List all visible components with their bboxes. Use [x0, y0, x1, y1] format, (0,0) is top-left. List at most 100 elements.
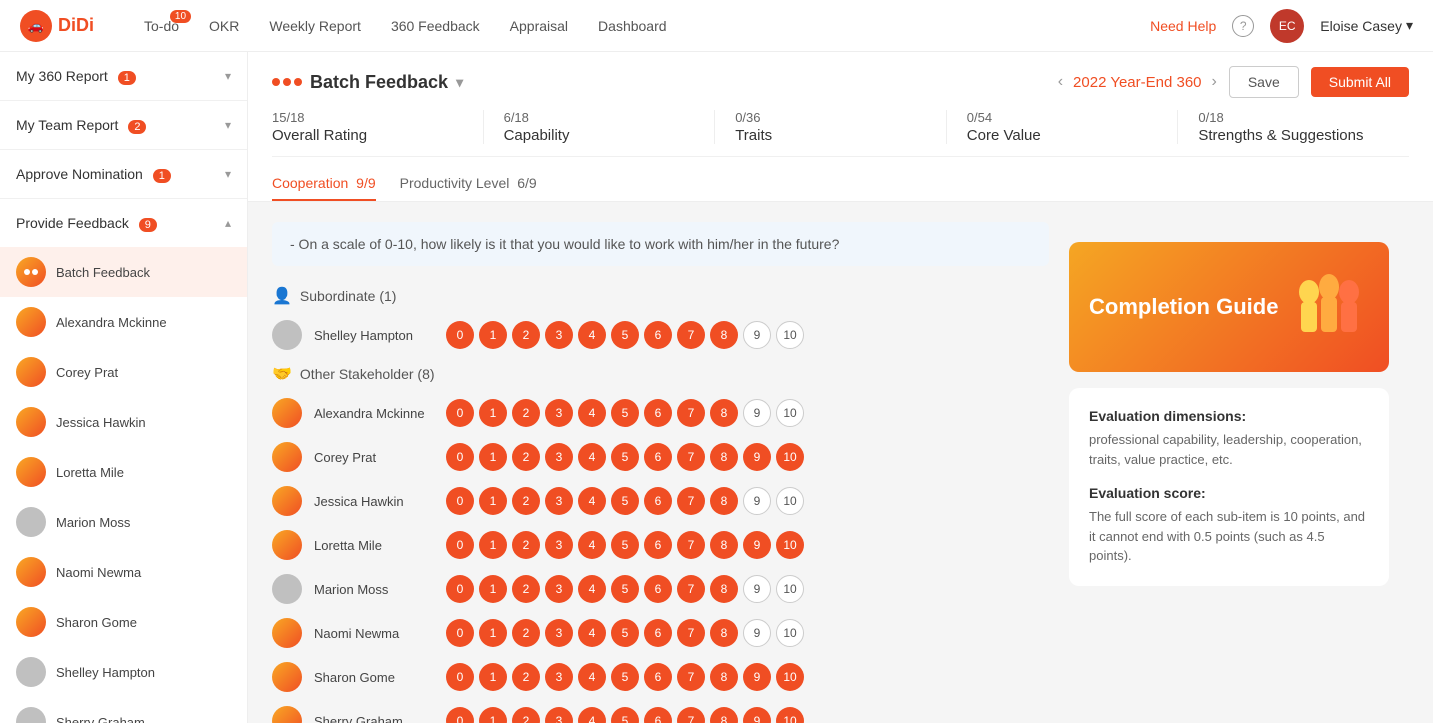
sidebar-item-label-marion: Marion Moss — [56, 515, 130, 530]
rating-dot-5[interactable]: 5 — [611, 321, 639, 349]
sidebar-item-loretta[interactable]: Loretta Mile — [0, 447, 247, 497]
help-icon[interactable]: ? — [1232, 15, 1254, 37]
tab-bar: Cooperation 9/9 Productivity Level 6/9 — [272, 157, 1409, 201]
sidebar-section-team-badge: 2 — [128, 120, 146, 134]
shelley-row-name: Shelley Hampton — [314, 328, 434, 343]
sidebar-item-shelley[interactable]: Shelley Hampton — [0, 647, 247, 697]
nav-okr[interactable]: OKR — [209, 18, 239, 34]
sidebar-item-sharon[interactable]: Sharon Gome — [0, 597, 247, 647]
sidebar-section-feedback-header[interactable]: Provide Feedback 9 ▴ — [0, 199, 247, 247]
naomi-row-avatar — [272, 618, 302, 648]
sidebar-item-jessica[interactable]: Jessica Hawkin — [0, 397, 247, 447]
sharon-row-avatar — [272, 662, 302, 692]
corey-row-avatar — [272, 442, 302, 472]
sidebar-item-sherry[interactable]: Sherry Graham — [0, 697, 247, 723]
stat-overall-label: Overall Rating — [272, 127, 463, 144]
todo-badge: 10 — [170, 10, 191, 23]
sherry-rating-dots: 012345678910 — [446, 707, 804, 723]
top-nav: 🚗 DiDi To-do 10 OKR Weekly Report 360 Fe… — [0, 0, 1433, 52]
next-year-arrow[interactable]: › — [1212, 73, 1217, 91]
stat-overall: 15/18 Overall Rating — [272, 110, 484, 144]
rating-row-shelley: Shelley Hampton 0 1 2 3 4 5 6 7 8 9 — [272, 320, 1049, 350]
sharon-rating-dots: 012345678910 — [446, 663, 804, 691]
nav-right: Need Help ? EC Eloise Casey ▾ — [1150, 9, 1413, 43]
header-right: ‹ 2022 Year-End 360 › Save Submit All — [1058, 66, 1409, 98]
stat-capability-fraction: 6/18 — [504, 110, 695, 125]
rating-dot-8[interactable]: 8 — [710, 321, 738, 349]
eval-dimensions-section: Evaluation dimensions: professional capa… — [1089, 408, 1369, 469]
batch-feedback-dropdown-icon[interactable]: ▾ — [456, 74, 463, 91]
stakeholder-title: Other Stakeholder (8) — [300, 366, 435, 382]
sidebar-item-label-shelley: Shelley Hampton — [56, 665, 155, 680]
sidebar-section-team-header[interactable]: My Team Report 2 ▾ — [0, 101, 247, 149]
stat-core-value-label: Core Value — [967, 127, 1158, 144]
sidebar-item-alexandra[interactable]: Alexandra Mckinne — [0, 297, 247, 347]
question-box: - On a scale of 0-10, how likely is it t… — [272, 222, 1049, 266]
stakeholder-icon: 🤝 — [272, 364, 292, 384]
rating-dot-4[interactable]: 4 — [578, 321, 606, 349]
nav-weekly-report[interactable]: Weekly Report — [269, 18, 361, 34]
loretta-row-avatar — [272, 530, 302, 560]
sidebar-section-nomination-badge: 1 — [153, 169, 171, 183]
completion-guide-card: Completion Guide — [1069, 242, 1389, 372]
subordinate-section-title: 👤 Subordinate (1) — [272, 286, 1049, 306]
nav-dashboard[interactable]: Dashboard — [598, 18, 667, 34]
naomi-avatar — [16, 557, 46, 587]
sidebar-section-nomination-title: Approve Nomination 1 — [16, 166, 171, 182]
rating-dot-7[interactable]: 7 — [677, 321, 705, 349]
sidebar-item-marion[interactable]: Marion Moss — [0, 497, 247, 547]
stat-strengths: 0/18 Strengths & Suggestions — [1178, 110, 1409, 144]
rating-row-naomi: Naomi Newma 012345678910 — [272, 618, 1049, 648]
save-button[interactable]: Save — [1229, 66, 1299, 98]
logo-text: DiDi — [58, 15, 94, 36]
tab-productivity[interactable]: Productivity Level 6/9 — [400, 167, 537, 201]
rating-dot-0[interactable]: 0 — [446, 321, 474, 349]
rating-dot-1[interactable]: 1 — [479, 321, 507, 349]
jessica-rating-dots: 012345678910 — [446, 487, 804, 515]
nav-appraisal[interactable]: Appraisal — [510, 18, 568, 34]
prev-year-arrow[interactable]: ‹ — [1058, 73, 1063, 91]
eval-dimensions-label: Evaluation dimensions: — [1089, 408, 1369, 424]
eval-score-text: The full score of each sub-item is 10 po… — [1089, 507, 1369, 566]
rating-dot-3[interactable]: 3 — [545, 321, 573, 349]
naomi-row-name: Naomi Newma — [314, 626, 434, 641]
info-card: Evaluation dimensions: professional capa… — [1069, 388, 1389, 586]
nav-todo[interactable]: To-do 10 — [144, 18, 179, 34]
rating-row-sherry: Sherry Graham 012345678910 — [272, 706, 1049, 723]
rating-row-alexandra: Alexandra Mckinne 012345678910 — [272, 398, 1049, 428]
need-help-link[interactable]: Need Help — [1150, 18, 1216, 34]
rating-dot-6[interactable]: 6 — [644, 321, 672, 349]
sidebar-item-corey[interactable]: Corey Prat — [0, 347, 247, 397]
stat-capability-label: Capability — [504, 127, 695, 144]
sidebar-section-feedback-title: Provide Feedback 9 — [16, 215, 157, 231]
rating-dot-10[interactable]: 10 — [776, 321, 804, 349]
user-name[interactable]: Eloise Casey ▾ — [1320, 17, 1413, 34]
sherry-row-name: Sherry Graham — [314, 714, 434, 723]
marion-row-name: Marion Moss — [314, 582, 434, 597]
sidebar-item-label-sharon: Sharon Gome — [56, 615, 137, 630]
submit-all-button[interactable]: Submit All — [1311, 67, 1409, 97]
user-dropdown-icon: ▾ — [1406, 17, 1413, 34]
tab-cooperation[interactable]: Cooperation 9/9 — [272, 167, 376, 201]
nav-360-feedback[interactable]: 360 Feedback — [391, 18, 480, 34]
sidebar-section-nomination-header[interactable]: Approve Nomination 1 ▾ — [0, 150, 247, 198]
sidebar-section-360-header[interactable]: My 360 Report 1 ▾ — [0, 52, 247, 100]
shelley-rating-dots: 0 1 2 3 4 5 6 7 8 9 10 — [446, 321, 804, 349]
sidebar-section-feedback-badge: 9 — [139, 218, 157, 232]
sidebar-item-batch-feedback[interactable]: Batch Feedback — [0, 247, 247, 297]
stat-traits-label: Traits — [735, 127, 926, 144]
rating-dot-9[interactable]: 9 — [743, 321, 771, 349]
marion-avatar — [16, 507, 46, 537]
eval-score-section: Evaluation score: The full score of each… — [1089, 485, 1369, 566]
alexandra-rating-dots: 012345678910 — [446, 399, 804, 427]
eval-dimensions-text: professional capability, leadership, coo… — [1089, 430, 1369, 469]
corey-rating-dots: 012345678910 — [446, 443, 804, 471]
stat-strengths-fraction: 0/18 — [1198, 110, 1389, 125]
subordinate-title: Subordinate (1) — [300, 288, 397, 304]
stat-overall-fraction: 15/18 — [272, 110, 463, 125]
sherry-avatar — [16, 707, 46, 723]
sidebar: My 360 Report 1 ▾ My Team Report 2 ▾ App… — [0, 52, 248, 723]
rating-dot-2[interactable]: 2 — [512, 321, 540, 349]
sidebar-item-naomi[interactable]: Naomi Newma — [0, 547, 247, 597]
chevron-down-icon: ▾ — [225, 69, 231, 83]
